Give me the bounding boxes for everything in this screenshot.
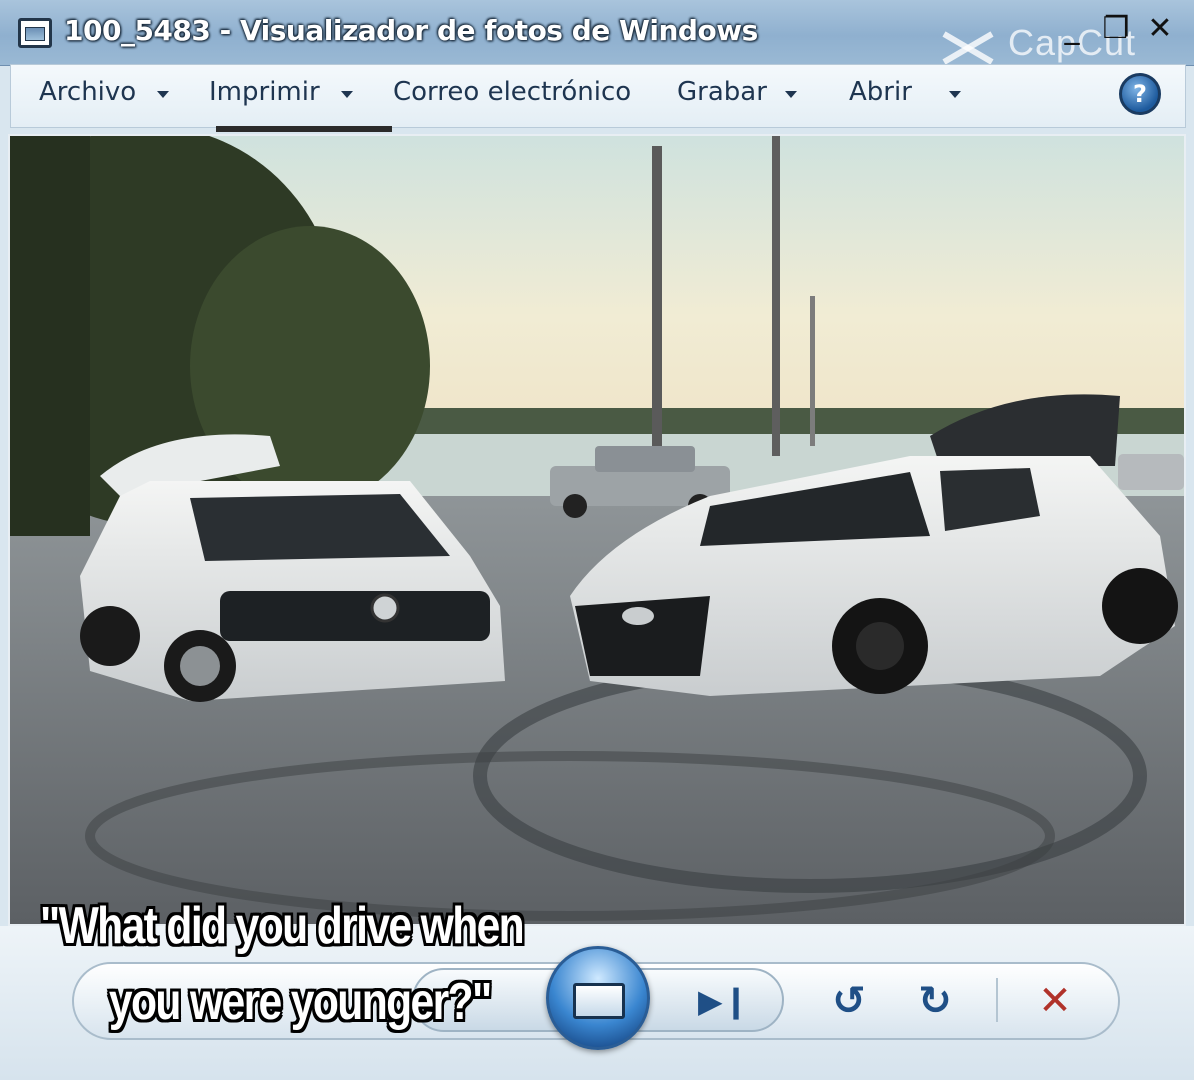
- video-caption: "What did you drive when you were younge…: [40, 888, 565, 1040]
- minimize-button[interactable]: _: [1052, 12, 1092, 46]
- photo-image: [10, 136, 1184, 924]
- toolbar-highlight: [216, 126, 392, 132]
- window-title: 100_5483 - Visualizador de fotos de Wind…: [64, 14, 758, 47]
- menu-imprimir[interactable]: Imprimir: [209, 77, 320, 107]
- chevron-down-icon[interactable]: [785, 91, 797, 98]
- photo-viewer-app-icon: [18, 18, 52, 48]
- menu-grabar[interactable]: Grabar: [677, 77, 767, 107]
- title-bar: 100_5483 - Visualizador de fotos de Wind…: [0, 0, 1194, 66]
- photo-canvas: [8, 134, 1186, 926]
- command-bar: Archivo Imprimir Correo electrónico Grab…: [10, 64, 1186, 128]
- menu-correo-electronico[interactable]: Correo electrónico: [393, 77, 631, 107]
- help-icon[interactable]: ?: [1119, 73, 1161, 115]
- caption-line-1: "What did you drive when: [40, 897, 525, 955]
- slideshow-icon: [573, 983, 625, 1019]
- caption-line-2: you were younger?": [108, 973, 492, 1031]
- maximize-button[interactable]: ❐: [1096, 12, 1136, 46]
- rotate-left-icon[interactable]: ↺: [824, 976, 874, 1026]
- toolbar-divider: [996, 978, 998, 1022]
- chevron-down-icon[interactable]: [157, 91, 169, 98]
- menu-archivo[interactable]: Archivo: [39, 77, 136, 107]
- menu-abrir[interactable]: Abrir: [849, 77, 912, 107]
- chevron-down-icon[interactable]: [341, 91, 353, 98]
- close-button[interactable]: ✕: [1140, 12, 1180, 46]
- next-icon[interactable]: ▶❙: [698, 976, 749, 1026]
- delete-icon[interactable]: ✕: [1030, 976, 1080, 1026]
- rotate-right-icon[interactable]: ↻: [910, 976, 960, 1026]
- chevron-down-icon[interactable]: [949, 91, 961, 98]
